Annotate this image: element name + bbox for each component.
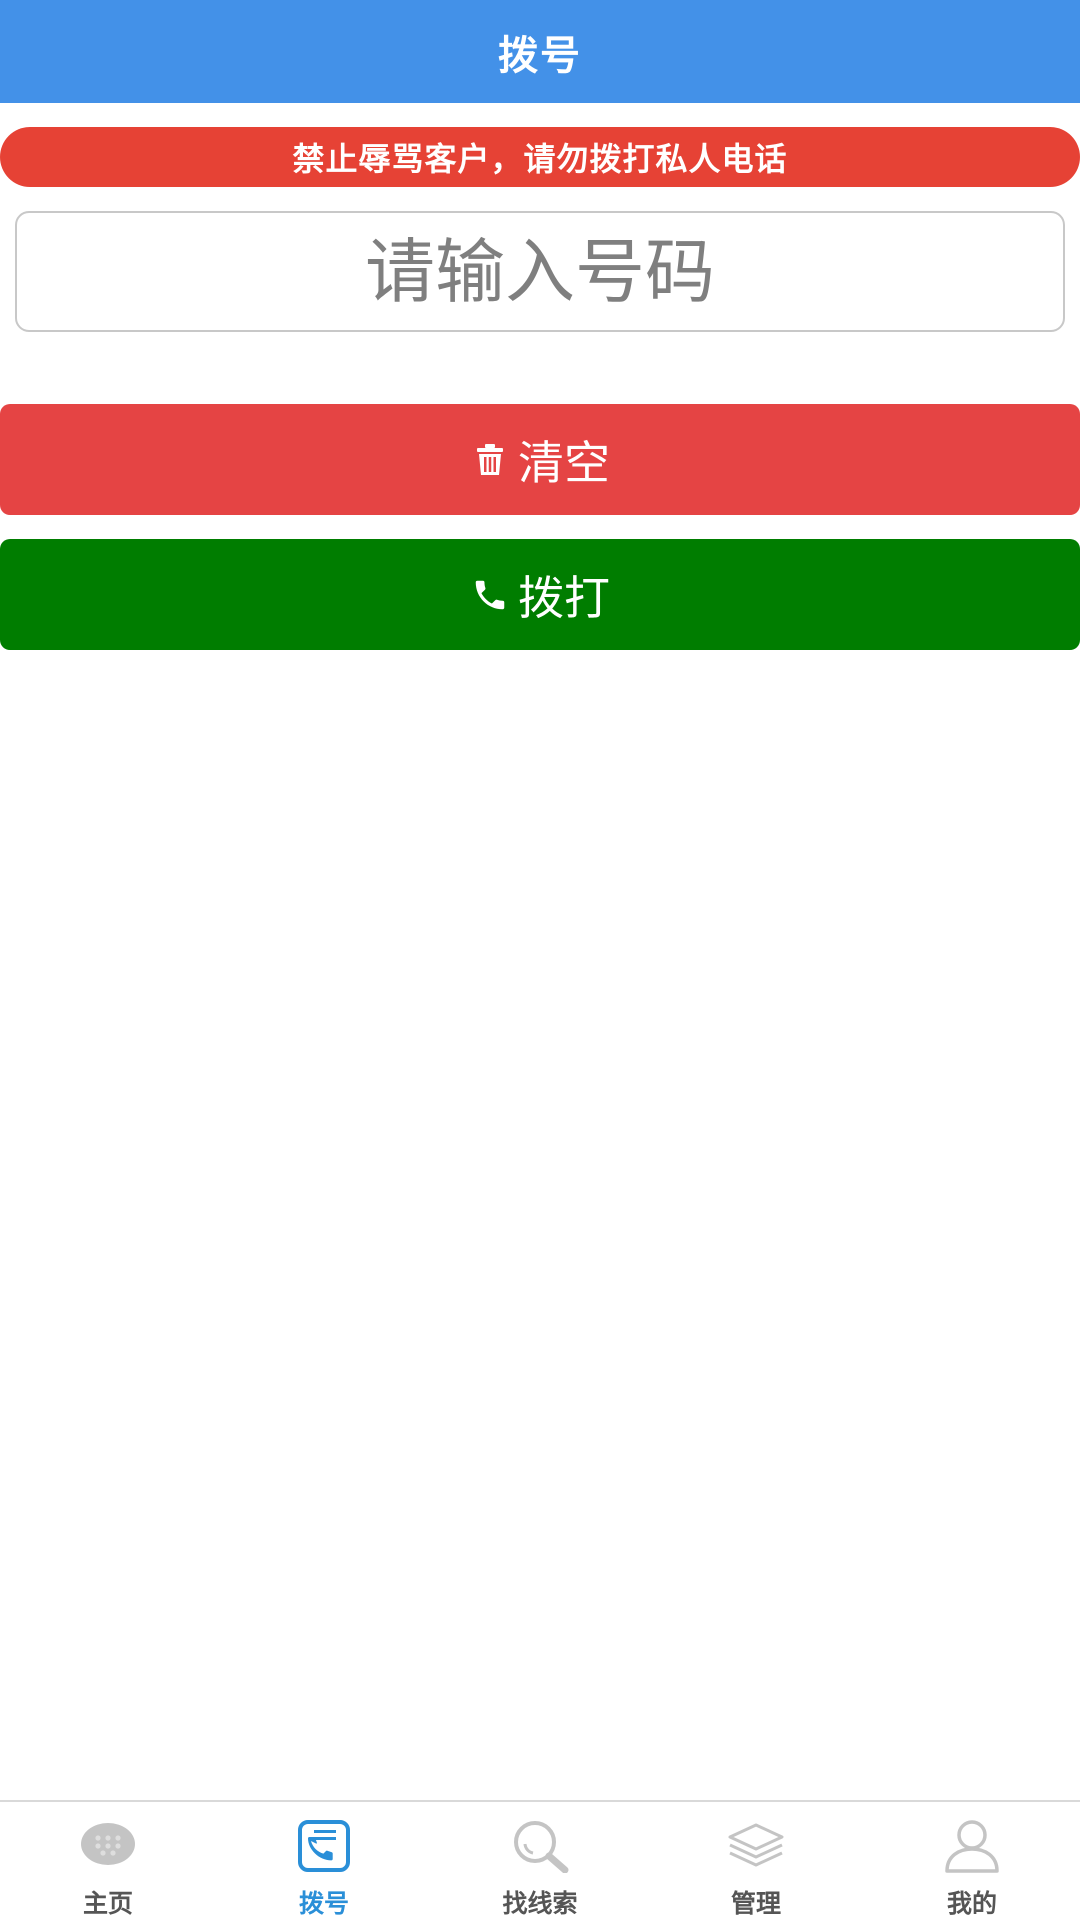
tab-home[interactable]: 主页 [0, 1802, 216, 1920]
dialer-screen: 拨号 禁止辱骂客户，请勿拨打私人电话 清空 拨打 [0, 0, 1080, 1920]
page-title: 拨号 [498, 32, 582, 79]
tab-label-manage: 管理 [730, 1889, 781, 1918]
phone-book-icon [294, 1816, 354, 1876]
tab-find-leads[interactable]: 找线索 [432, 1802, 648, 1920]
tab-mine[interactable]: 我的 [864, 1802, 1080, 1920]
warning-banner: 禁止辱骂客户，请勿拨打私人电话 [0, 127, 1080, 187]
dial-button[interactable]: 拨打 [0, 539, 1080, 650]
clear-button-label: 清空 [518, 435, 610, 490]
tab-label-find-leads: 找线索 [502, 1889, 578, 1918]
warning-text: 禁止辱骂客户，请勿拨打私人电话 [292, 140, 788, 178]
tab-dial[interactable]: 拨号 [216, 1802, 432, 1920]
phone-number-input[interactable] [15, 211, 1065, 332]
user-icon [942, 1816, 1002, 1876]
clear-button[interactable]: 清空 [0, 404, 1080, 515]
app-header: 拨号 [0, 0, 1080, 103]
dial-button-label: 拨打 [518, 570, 610, 625]
search-icon [510, 1816, 570, 1876]
tab-label-dial: 拨号 [298, 1889, 349, 1918]
layers-icon [726, 1816, 786, 1876]
trash-icon [470, 440, 510, 480]
tab-manage[interactable]: 管理 [648, 1802, 864, 1920]
tab-label-home: 主页 [82, 1889, 133, 1918]
chat-bubble-icon [78, 1816, 138, 1876]
tab-label-mine: 我的 [946, 1889, 997, 1918]
bottom-tab-bar: 主页 拨号 找线索 管理 我的 [0, 1800, 1080, 1920]
phone-icon [470, 575, 510, 615]
